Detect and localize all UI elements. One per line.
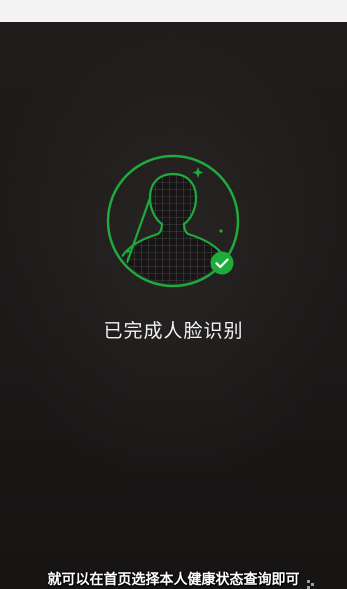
video-caption: 就可以在首页选择本人健康状态查询即可 bbox=[47, 572, 300, 588]
top-bar bbox=[0, 0, 347, 22]
corner-mark bbox=[307, 575, 315, 589]
face-verification-screen: 已完成人脸识别 就可以在首页选择本人健康状态查询即可 bbox=[0, 0, 347, 589]
check-circle-icon bbox=[210, 251, 234, 275]
verification-status-text: 已完成人脸识别 bbox=[103, 320, 244, 342]
